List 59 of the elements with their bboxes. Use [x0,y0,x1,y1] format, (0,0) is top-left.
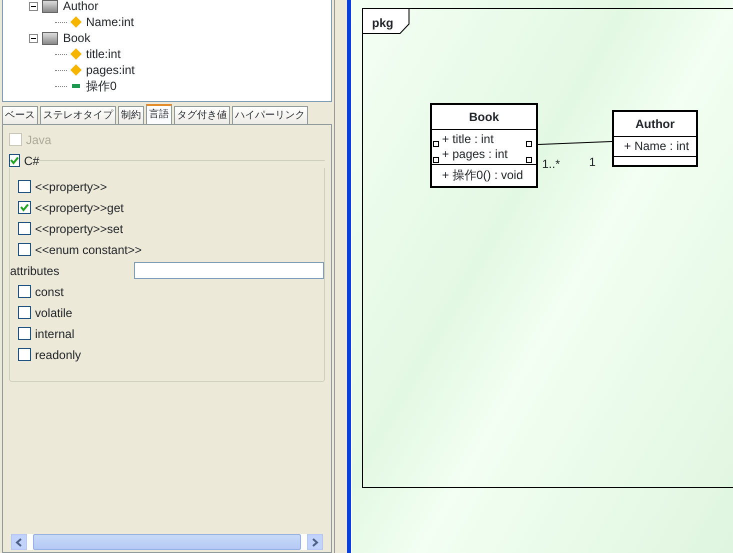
tree-item[interactable]: 操作0 [86,77,117,95]
tab[interactable]: タグ付き値 [174,106,230,124]
collapse-icon[interactable] [29,34,38,42]
checkbox[interactable] [9,154,20,167]
selection-handle[interactable] [526,141,532,147]
class-attribute: + Name : int [624,139,690,154]
checkbox-label: readonly [35,346,82,364]
tab[interactable]: ベース [2,106,38,124]
tab[interactable]: ステレオタイプ [40,106,116,124]
checkbox[interactable] [18,243,31,256]
checkbox[interactable] [18,201,31,214]
checkbox[interactable] [18,348,31,361]
class-name: Author [614,112,696,137]
tab[interactable]: 制約 [118,106,144,124]
attribute-icon [70,48,82,60]
class-attribute: + title : int [442,132,494,147]
tree-item[interactable]: Book [63,29,90,47]
tab[interactable]: 言語 [146,104,172,124]
tree-item[interactable]: title:int [86,45,121,63]
multiplicity: 1..* [542,156,560,173]
class-attribute: + pages : int [442,147,508,162]
tab[interactable]: ハイパーリンク [232,106,308,124]
multiplicity: 1 [589,154,596,171]
operation-icon [72,84,80,88]
attribute-icon [70,64,82,76]
collapse-icon[interactable] [29,2,38,10]
checkbox-label: <<enum constant>> [35,242,142,258]
selection-handle[interactable] [433,157,439,163]
attributes-field[interactable] [134,262,324,279]
frame-label: pkg [372,15,394,32]
class-icon [42,0,58,12]
attribute-icon [70,16,82,28]
checkbox-label: const [35,284,64,300]
class-box[interactable]: Author + Name : int [612,110,698,167]
checkbox-label: C# [24,152,40,170]
tree-item[interactable]: Author [63,0,98,15]
checkbox-label: <<property>>get [35,200,124,216]
checkbox[interactable] [18,306,31,319]
scroll-left-button[interactable] [11,534,27,550]
checkbox-label: <<property>>set [35,220,124,238]
class-name: Book [432,105,536,130]
checkbox-label: internal [35,326,74,342]
tree-item[interactable]: pages:int [86,61,135,79]
field-label: attributes [10,262,60,280]
checkbox-label: volatile [35,304,72,322]
association-line[interactable] [538,140,612,146]
checkbox-label: <<property>> [35,178,108,196]
checkbox[interactable] [18,222,31,235]
scroll-right-button[interactable] [307,534,323,550]
checkbox[interactable] [18,285,31,298]
class-operation: + 操作0() : void [442,167,524,184]
selection-handle[interactable] [526,157,532,163]
checkbox[interactable] [18,327,31,340]
class-box[interactable]: Book + title : int + pages : int + 操作0() : void [430,103,538,188]
selection-handle[interactable] [433,141,439,147]
tree-item[interactable]: Name:int [86,13,134,31]
checkbox-label: Java [26,132,52,148]
class-icon [42,32,58,44]
checkbox[interactable] [18,180,31,193]
